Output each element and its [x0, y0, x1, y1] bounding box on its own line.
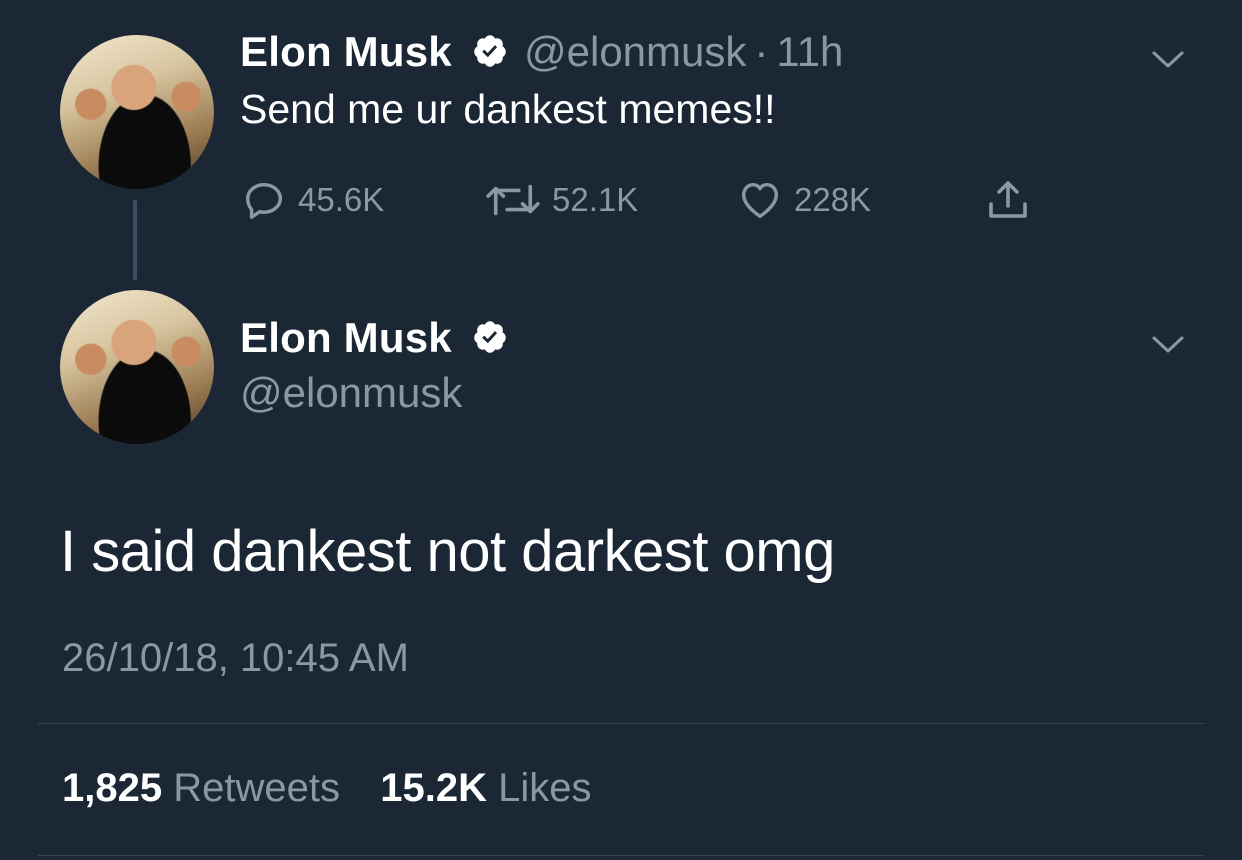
divider [38, 855, 1204, 856]
share-button[interactable] [984, 176, 1032, 224]
verified-badge-icon [474, 321, 506, 353]
author-handle[interactable]: @elonmusk · 11h [524, 28, 843, 76]
retweets-count: 1,825 [62, 766, 163, 810]
like-icon [741, 182, 779, 219]
retweet-button[interactable]: 52.1K [484, 176, 638, 224]
avatar[interactable] [60, 290, 214, 444]
reply-button[interactable]: 45.6K [242, 176, 384, 224]
reply-icon [246, 182, 283, 219]
like-count: 228K [794, 181, 872, 218]
likes-label: Likes [498, 766, 592, 810]
tweet-text: Send me ur dankest memes!! [240, 86, 776, 132]
share-icon [989, 181, 1027, 218]
likes-count: 15.2K [380, 766, 487, 810]
verified-badge-icon [474, 35, 506, 67]
tweet-stats: 1,825 Retweets 15.2K Likes [62, 766, 592, 811]
retweet-count: 52.1K [552, 181, 639, 218]
author-name[interactable]: Elon Musk [240, 314, 452, 362]
retweet-icon [486, 184, 540, 216]
reply-count: 45.6K [298, 181, 385, 218]
divider [38, 723, 1204, 724]
chevron-down-icon[interactable] [1150, 332, 1186, 356]
avatar[interactable] [60, 35, 214, 189]
retweets-label: Retweets [173, 766, 340, 810]
author-name[interactable]: Elon Musk [240, 28, 452, 76]
chevron-down-icon[interactable] [1150, 47, 1186, 71]
author-handle[interactable]: @elonmusk [240, 369, 462, 417]
likes-stat[interactable]: 15.2K Likes [380, 766, 591, 810]
thread-connector [133, 200, 137, 280]
tweet-timestamp[interactable]: 26/10/18, 10:45 AM [62, 636, 409, 681]
tweet-text: I said dankest not darkest omg [60, 519, 835, 584]
retweets-stat[interactable]: 1,825 Retweets [62, 766, 340, 810]
like-button[interactable]: 228K [736, 176, 871, 224]
